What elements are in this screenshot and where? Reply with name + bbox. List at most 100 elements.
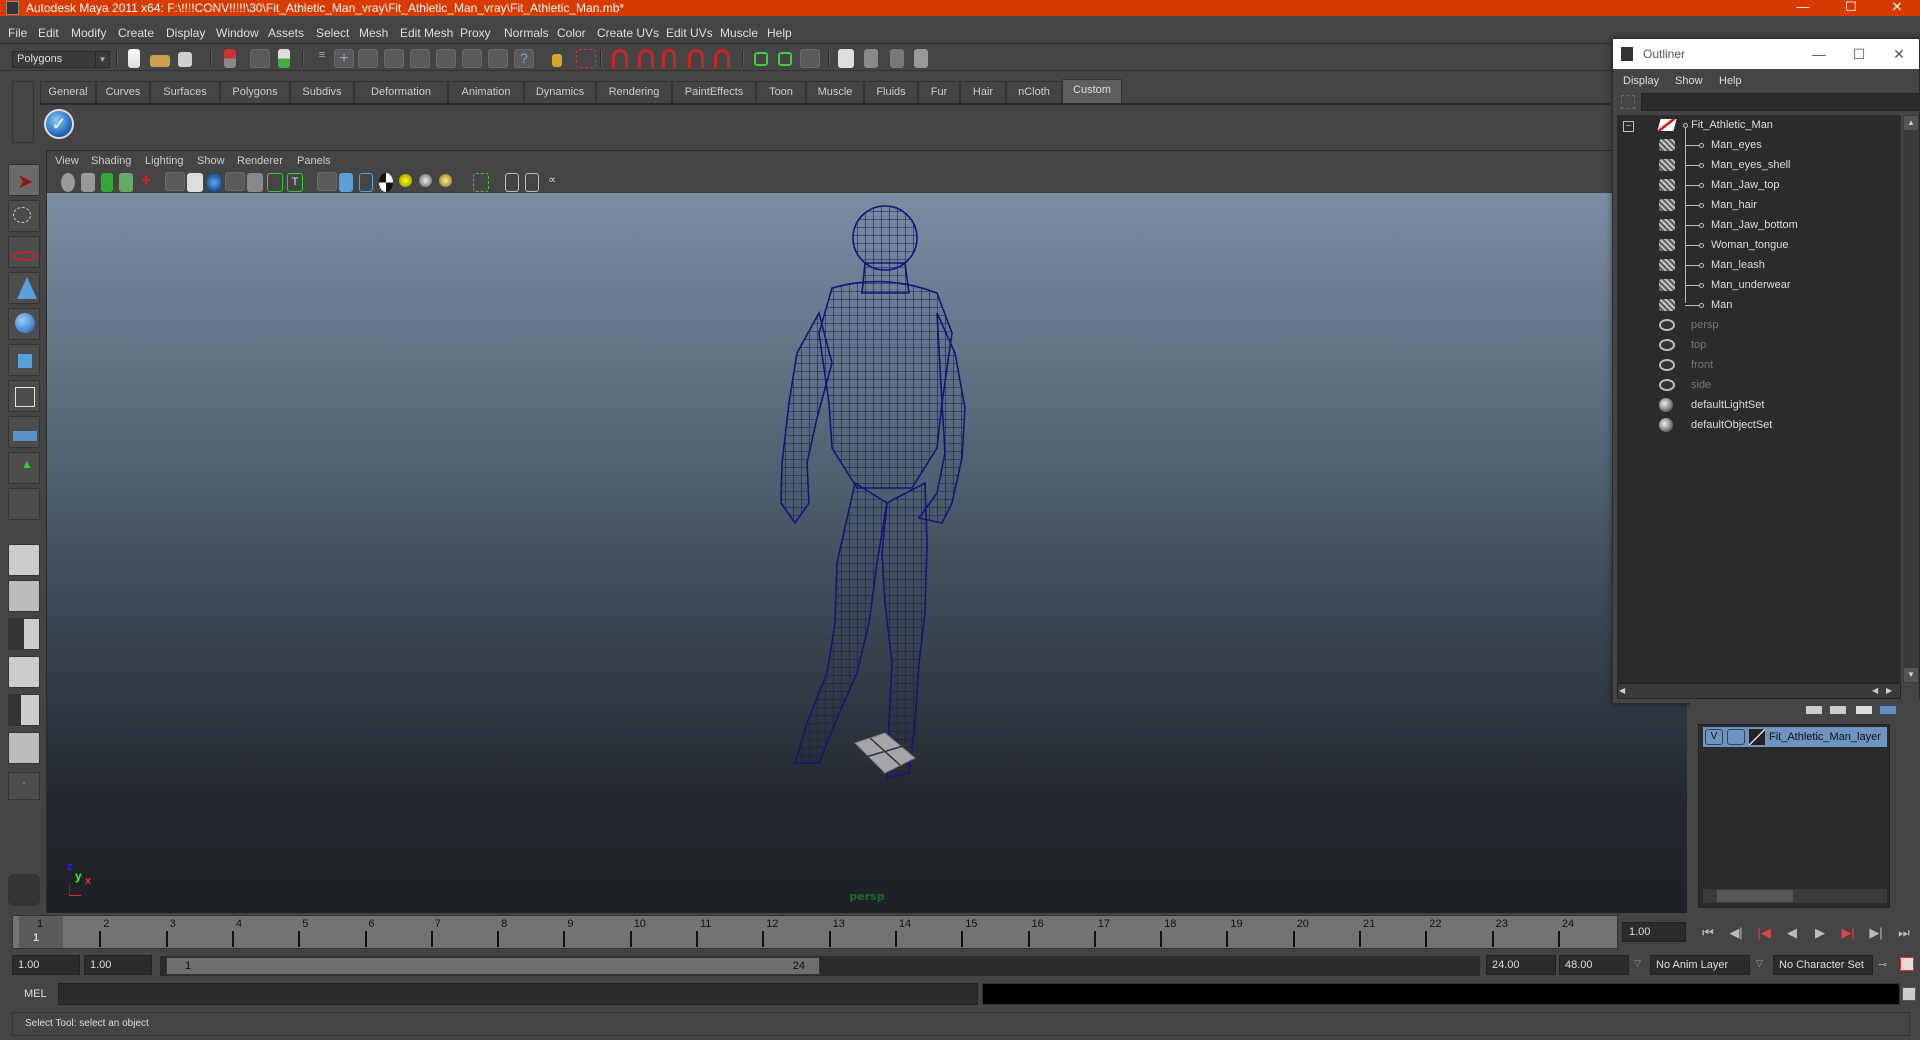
anim-layer-dropdown[interactable]: No Anim Layer bbox=[1650, 955, 1750, 975]
gate-mask-icon[interactable] bbox=[225, 172, 245, 191]
perspective-graph-layout[interactable] bbox=[8, 656, 40, 688]
outliner-vertical-scrollbar[interactable]: ▲ ▼ bbox=[1903, 115, 1919, 683]
panel-menu-lighting[interactable]: Lighting bbox=[145, 155, 184, 167]
save-scene-icon[interactable] bbox=[178, 52, 192, 67]
smooth-shading-icon[interactable] bbox=[339, 173, 353, 192]
outliner-item-mesh[interactable]: Woman_tongue bbox=[1617, 235, 1901, 255]
outliner-item-root[interactable]: Fit_Athletic_Man bbox=[1617, 115, 1901, 135]
outliner-item-mesh[interactable]: Man_leash bbox=[1617, 255, 1901, 275]
outliner-item-mesh[interactable]: Man_hair bbox=[1617, 195, 1901, 215]
highlight-icon[interactable] bbox=[576, 49, 596, 68]
shelf-tab-surfaces[interactable]: Surfaces bbox=[150, 81, 220, 103]
select-tool[interactable]: ➤ bbox=[8, 164, 40, 196]
snap-grid-icon[interactable]: + bbox=[334, 49, 354, 68]
outliner-item-mesh[interactable]: Man_Jaw_bottom bbox=[1617, 215, 1901, 235]
xray-components-icon[interactable]: ∝ bbox=[545, 173, 559, 192]
panel-menu-show[interactable]: Show bbox=[197, 155, 225, 167]
layer-row[interactable]: V Fit_Athletic_Man_layer bbox=[1703, 727, 1887, 747]
character-set-dropdown[interactable]: No Character Set bbox=[1773, 955, 1873, 975]
isolate-select-icon[interactable] bbox=[473, 173, 489, 192]
outliner-close-button[interactable]: ✕ bbox=[1879, 39, 1919, 69]
go-to-start-button[interactable]: ⏮ bbox=[1696, 922, 1720, 944]
playback-end-field[interactable]: 24.00 bbox=[1486, 955, 1556, 975]
shelf-tab-dynamics[interactable]: Dynamics bbox=[524, 81, 596, 103]
menu-edit-uvs[interactable]: Edit UVs bbox=[666, 26, 713, 40]
play-forward-button[interactable]: ▶ bbox=[1808, 922, 1832, 944]
outliner-item-mesh[interactable]: Man bbox=[1617, 295, 1901, 315]
more-layouts-button[interactable]: ˇ bbox=[8, 772, 40, 800]
layer-color-swatch[interactable] bbox=[1749, 729, 1765, 745]
snap-live-magnet-icon[interactable] bbox=[714, 49, 730, 68]
animation-start-field[interactable]: 1.00 bbox=[12, 955, 80, 975]
outliner-item-mesh[interactable]: Man_eyes bbox=[1617, 135, 1901, 155]
menu-create-uvs[interactable]: Create UVs bbox=[597, 26, 659, 40]
mel-command-input[interactable] bbox=[58, 983, 978, 1005]
outliner-item-camera[interactable]: front bbox=[1617, 355, 1901, 375]
scroll-down-icon[interactable]: ▼ bbox=[1904, 668, 1918, 682]
move-tool[interactable] bbox=[8, 272, 40, 304]
wireframe-shading-icon[interactable] bbox=[317, 172, 337, 191]
outliner-item-camera[interactable]: side bbox=[1617, 375, 1901, 395]
outliner-item-mesh[interactable]: Man_eyes_shell bbox=[1617, 155, 1901, 175]
outliner-item-set[interactable]: defaultObjectSet bbox=[1617, 415, 1901, 435]
script-editor-icon[interactable] bbox=[1902, 987, 1916, 1001]
safe-title-icon[interactable]: T bbox=[287, 173, 303, 192]
shelf-tab-subdivs[interactable]: Subdivs bbox=[290, 81, 354, 103]
step-back-frame-button[interactable]: |◀ bbox=[1752, 922, 1776, 944]
step-back-key-button[interactable]: ◀| bbox=[1724, 922, 1748, 944]
shelf-tab-curves[interactable]: Curves bbox=[96, 81, 150, 103]
panel-menu-panels[interactable]: Panels bbox=[297, 155, 331, 167]
bookmark-icon[interactable] bbox=[81, 173, 95, 192]
render-settings-icon[interactable] bbox=[914, 49, 928, 68]
step-forward-key-button[interactable]: ▶| bbox=[1864, 922, 1888, 944]
scroll-right-icon[interactable]: ▶ bbox=[1886, 685, 1898, 697]
four-view-layout[interactable] bbox=[8, 580, 40, 612]
menu-edit[interactable]: Edit bbox=[38, 26, 59, 40]
new-layer-selected-icon[interactable] bbox=[1806, 706, 1822, 714]
snap-grid-magnet-icon[interactable] bbox=[612, 49, 628, 68]
scroll-left-icon[interactable]: ◀ bbox=[1872, 685, 1884, 697]
rotate-tool[interactable] bbox=[8, 308, 40, 340]
shelf-tab-deformation[interactable]: Deformation bbox=[354, 81, 448, 103]
close-button[interactable]: ✕ bbox=[1874, 0, 1920, 16]
wireframe-on-shaded-icon[interactable] bbox=[359, 173, 373, 192]
snap-curve-magnet-icon[interactable] bbox=[638, 49, 654, 68]
field-chart-icon[interactable] bbox=[247, 173, 263, 192]
menu-color[interactable]: Color bbox=[557, 26, 586, 40]
input-ops-icon[interactable] bbox=[754, 52, 768, 66]
output-ops-icon[interactable] bbox=[778, 52, 792, 66]
io-icon[interactable] bbox=[488, 49, 508, 68]
new-layer-empty-icon[interactable] bbox=[1830, 706, 1846, 714]
textured-icon[interactable] bbox=[379, 173, 393, 192]
help-icon[interactable]: ? bbox=[514, 49, 534, 68]
snap-curve-icon[interactable] bbox=[358, 49, 378, 68]
shelf-tab-polygons[interactable]: Polygons bbox=[220, 81, 290, 103]
outliner-item-camera[interactable]: persp bbox=[1617, 315, 1901, 335]
select-hierarchy-icon[interactable] bbox=[224, 49, 236, 68]
safe-action-icon[interactable] bbox=[267, 173, 283, 192]
new-scene-icon[interactable] bbox=[128, 49, 140, 68]
shelf-tab-hair[interactable]: Hair bbox=[960, 81, 1006, 103]
soft-mod-tool[interactable] bbox=[8, 416, 40, 448]
film-gate-icon[interactable] bbox=[187, 173, 203, 192]
auto-key-icon[interactable]: ⊸ bbox=[1878, 958, 1887, 971]
layer-visibility-toggle[interactable]: V bbox=[1705, 729, 1723, 745]
persp-graph-hypergraph-layout[interactable] bbox=[8, 732, 40, 764]
outliner-menu-show[interactable]: Show bbox=[1675, 75, 1703, 87]
menu-assets[interactable]: Assets bbox=[268, 26, 304, 40]
snap-view-plane-icon[interactable] bbox=[410, 49, 430, 68]
layer-horizontal-scrollbar[interactable] bbox=[1703, 889, 1887, 903]
outliner-minimize-button[interactable]: — bbox=[1799, 39, 1839, 69]
render-view-icon[interactable] bbox=[838, 49, 854, 68]
layer-icon[interactable] bbox=[1856, 706, 1872, 714]
panel-menu-renderer[interactable]: Renderer bbox=[237, 155, 283, 167]
shelf-tab-animation[interactable]: Animation bbox=[448, 81, 524, 103]
two-d-pan-zoom-icon[interactable] bbox=[119, 173, 133, 192]
scroll-thumb[interactable] bbox=[1717, 890, 1793, 902]
menu-window[interactable]: Window bbox=[216, 26, 259, 40]
scroll-up-icon[interactable]: ▲ bbox=[1904, 116, 1918, 130]
universal-manipulator[interactable] bbox=[8, 380, 40, 412]
menu-create[interactable]: Create bbox=[118, 26, 154, 40]
select-component-icon[interactable] bbox=[278, 49, 290, 68]
panel-menu-shading[interactable]: Shading bbox=[91, 155, 131, 167]
